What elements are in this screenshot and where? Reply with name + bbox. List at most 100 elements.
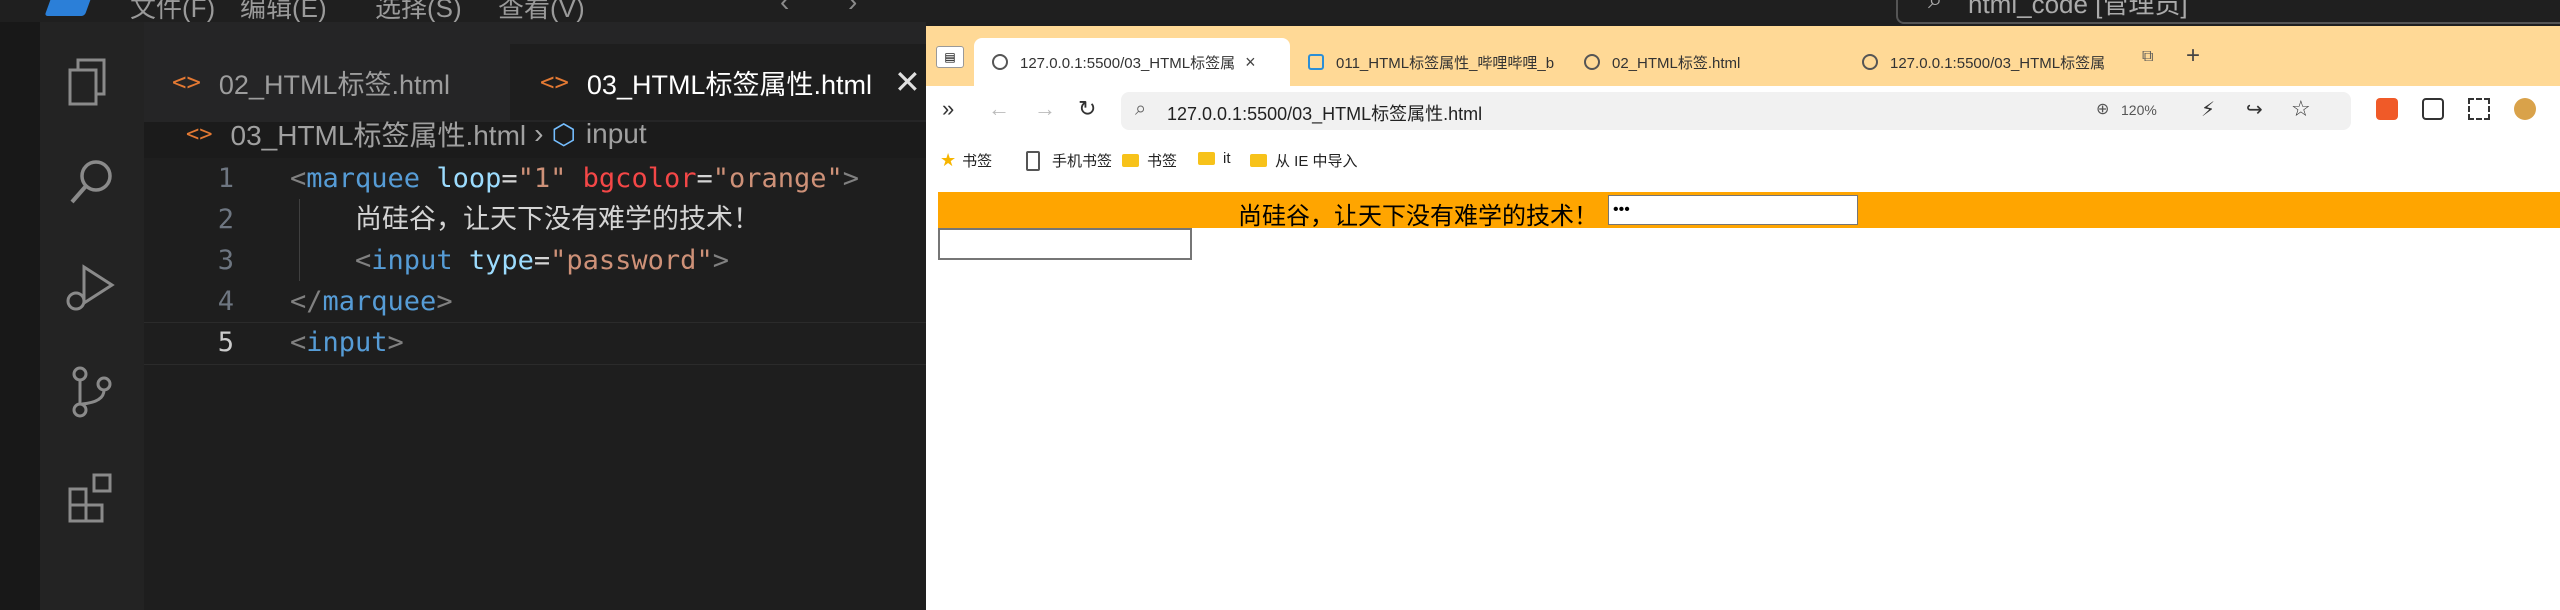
tab-group-icon[interactable]: ⧉	[2142, 48, 2153, 66]
password-input[interactable]	[1608, 195, 1858, 225]
extensions-icon[interactable]	[62, 467, 122, 527]
code-token: "orange"	[712, 163, 843, 194]
bookmark-mobile[interactable]: 手机书签	[1020, 150, 1112, 171]
browser-tab-02[interactable]: 02_HTML标签.html	[1566, 38, 1836, 86]
forward-icon[interactable]: →	[1034, 96, 1056, 122]
code-token: bgcolor	[582, 163, 697, 194]
code-token: <	[290, 163, 307, 194]
browser-tab-active[interactable]: 127.0.0.1:5500/03_HTML标签属 ×	[974, 38, 1290, 86]
bookmark-star[interactable]: ★ 书签	[940, 150, 992, 171]
browser-tab-label: 02_HTML标签.html	[1612, 54, 1741, 72]
run-debug-icon[interactable]	[62, 257, 122, 317]
folder-icon	[1250, 154, 1267, 167]
url-text: 127.0.0.1:5500/03_HTML标签属性.html	[1167, 104, 1483, 124]
new-tab-button[interactable]: +	[2186, 42, 2200, 70]
source-control-icon[interactable]	[62, 362, 122, 422]
menu-selection[interactable]: 选择(S)	[375, 0, 462, 22]
tab-03-html-active[interactable]: <> 03_HTML标签属性.html ✕	[510, 44, 926, 120]
nav-forward-icon[interactable]: ›	[848, 0, 857, 18]
code-token: 尚硅谷，让天下没有难学的技术！	[290, 204, 761, 235]
bookmark-folder-ie[interactable]: 从 IE 中导入	[1250, 150, 1358, 171]
browser-tab-label: 127.0.0.1:5500/03_HTML标签属	[1890, 54, 2106, 72]
tab-switcher-icon[interactable]: ▤	[936, 46, 964, 68]
bookmark-folder-shuqian[interactable]: 书签	[1122, 150, 1177, 171]
bookmark-label: 书签	[962, 153, 993, 170]
browser-tab-03-dup[interactable]: 127.0.0.1:5500/03_HTML标签属	[1844, 38, 2114, 86]
code-text: <marquee loop="1" bgcolor="orange">	[290, 158, 859, 199]
code-token: marquee	[306, 163, 421, 194]
code-line[interactable]: 5 <input>	[144, 322, 926, 363]
code-line[interactable]: 2 尚硅谷，让天下没有难学的技术！	[144, 199, 926, 240]
tab-02-html[interactable]: <> 02_HTML标签.html	[144, 44, 504, 120]
marquee-banner: 尚硅谷，让天下没有难学的技术！	[938, 192, 2560, 230]
code-token: loop	[436, 163, 502, 194]
breadcrumb-file[interactable]: 03_HTML标签属性.html	[231, 114, 527, 154]
code-token: "password"	[550, 245, 713, 276]
line-number: 3	[217, 245, 234, 276]
globe-icon	[1584, 54, 1600, 70]
sidebar-expand-icon[interactable]: »	[942, 96, 954, 122]
code-text: 尚硅谷，让天下没有难学的技术！	[290, 199, 760, 240]
code-token: =	[696, 163, 713, 194]
close-icon[interactable]: ✕	[894, 63, 921, 101]
browser-tab-bilibili[interactable]: 011_HTML标签属性_哔哩哔哩_b	[1290, 38, 1560, 86]
search-icon: ⌕	[1928, 0, 1943, 16]
bookmark-folder-it[interactable]: it	[1198, 150, 1231, 167]
vscode-logo-icon	[44, 0, 96, 16]
folder-icon	[1122, 154, 1139, 167]
extension-icon[interactable]	[2422, 98, 2444, 120]
code-token: "1"	[517, 163, 567, 194]
bookmark-label: it	[1223, 150, 1231, 167]
titlebar-search[interactable]: ⌕ html_code [管理员]	[1896, 0, 2560, 24]
menu-view[interactable]: 查看(V)	[498, 0, 585, 22]
explorer-icon[interactable]	[62, 52, 122, 112]
bookmarks-bar: ★ 书签 手机书签 书签 it 从 IE 中导入	[926, 140, 2560, 178]
folder-icon	[1198, 152, 1215, 165]
breadcrumb-symbol[interactable]: input	[586, 118, 647, 150]
address-bar[interactable]: ⌕ 127.0.0.1:5500/03_HTML标签属性.html ⊕ 120%…	[1121, 92, 2351, 130]
phone-icon	[1026, 150, 1040, 171]
back-icon[interactable]: ←	[988, 96, 1010, 122]
avatar-extension-icon[interactable]	[2514, 98, 2536, 120]
nav-back-icon[interactable]: ‹	[780, 0, 789, 18]
qr-code-icon[interactable]	[2468, 98, 2490, 120]
code-token: input	[371, 245, 453, 276]
code-token: >	[436, 286, 453, 317]
html-file-icon: <>	[540, 68, 569, 96]
bookmark-label: 书签	[1147, 153, 1178, 170]
menu-edit[interactable]: 编辑(E)	[240, 0, 327, 22]
search-icon[interactable]	[62, 152, 122, 212]
window-edge	[0, 22, 40, 610]
close-tab-icon[interactable]: ×	[1245, 52, 1256, 73]
bookmark-label: 从 IE 中导入	[1275, 153, 1358, 170]
titlebar-search-label: html_code [管理员]	[1968, 0, 2188, 19]
menu-file[interactable]: 文件(F)	[130, 0, 215, 22]
reload-icon[interactable]: ↻	[1078, 96, 1096, 122]
share-icon[interactable]: ↪	[2246, 97, 2263, 122]
editor-tabs: <> 02_HTML标签.html <> 03_HTML标签属性.html ✕	[144, 22, 926, 122]
line-number: 2	[217, 204, 234, 235]
code-token: type	[468, 245, 534, 276]
zoom-icon[interactable]: ⊕	[2096, 99, 2109, 119]
code-line[interactable]: 3 <input type="password">	[144, 240, 926, 281]
pdf-extension-icon[interactable]	[2376, 98, 2398, 120]
lightning-icon[interactable]: ⚡	[2201, 97, 2215, 122]
zoom-level: 120%	[2121, 102, 2157, 118]
text-input[interactable]	[938, 228, 1192, 260]
star-icon[interactable]: ☆	[2291, 96, 2311, 122]
globe-icon	[1862, 54, 1878, 70]
code-line[interactable]: 1 <marquee loop="1" bgcolor="orange">	[144, 158, 926, 199]
html-file-icon: <>	[172, 68, 201, 96]
code-line[interactable]: 4 </marquee>	[144, 281, 926, 322]
code-editor[interactable]: 1 <marquee loop="1" bgcolor="orange"> 2 尚硅…	[144, 158, 926, 610]
code-token: =	[501, 163, 518, 194]
browser-toolbar: » ← → ↻ ⌕ 127.0.0.1:5500/03_HTML标签属性.htm…	[926, 86, 2560, 136]
code-text: <input type="password">	[290, 240, 729, 281]
vscode-titlebar: 文件(F) 编辑(E) 选择(S) 查看(V) ‹ ›	[0, 0, 926, 22]
browser-tabstrip: ▤ 127.0.0.1:5500/03_HTML标签属 × 011_HTML标签…	[926, 26, 2560, 86]
code-token: <	[290, 327, 307, 358]
activity-bar	[40, 22, 144, 610]
line-number: 4	[217, 286, 234, 317]
